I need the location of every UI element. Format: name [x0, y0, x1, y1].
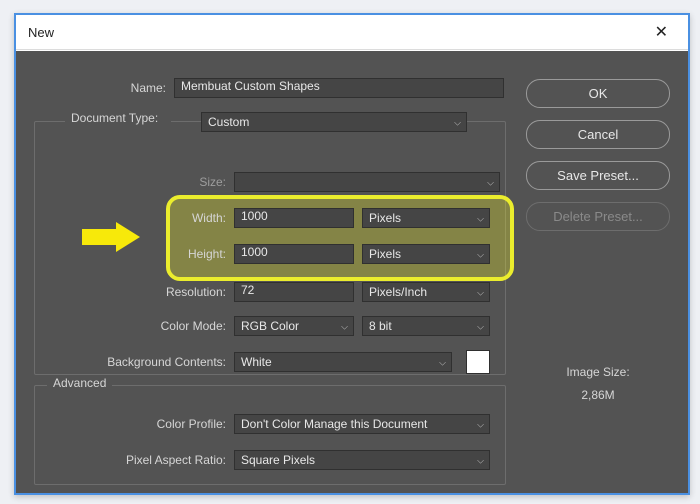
height-label: Height:	[26, 247, 226, 261]
chevron-down-icon: ⌵	[477, 456, 484, 467]
titlebar: New ✕	[16, 15, 688, 50]
name-input[interactable]: Membuat Custom Shapes	[174, 78, 504, 98]
pixel-aspect-ratio-select[interactable]: Square Pixels ⌵	[234, 450, 490, 470]
chevron-down-icon: ⌵	[439, 358, 446, 369]
width-unit-select[interactable]: Pixels ⌵	[362, 208, 490, 228]
image-size-label: Image Size:	[526, 361, 670, 384]
chevron-down-icon: ⌵	[477, 322, 484, 333]
width-input[interactable]: 1000	[234, 208, 354, 228]
chevron-down-icon: ⌵	[341, 322, 348, 333]
height-input[interactable]: 1000	[234, 244, 354, 264]
chevron-down-icon: ⌵	[477, 214, 484, 225]
color-profile-label: Color Profile:	[26, 417, 226, 431]
resolution-input[interactable]: 72	[234, 282, 354, 302]
width-label: Width:	[26, 211, 226, 225]
image-size-value: 2,86M	[526, 384, 670, 407]
resolution-unit-select[interactable]: Pixels/Inch ⌵	[362, 282, 490, 302]
close-icon[interactable]: ✕	[647, 18, 676, 46]
image-size-info: Image Size: 2,86M	[526, 361, 670, 407]
height-unit-select[interactable]: Pixels ⌵	[362, 244, 490, 264]
ok-button[interactable]: OK	[526, 79, 670, 108]
background-value: White	[241, 355, 272, 369]
dialog-body: OK Cancel Save Preset... Delete Preset..…	[16, 51, 688, 493]
chevron-down-icon: ⌵	[477, 250, 484, 261]
color-profile-value: Don't Color Manage this Document	[241, 417, 427, 431]
color-mode-select[interactable]: RGB Color ⌵	[234, 316, 354, 336]
background-label: Background Contents:	[26, 355, 226, 369]
size-label: Size:	[26, 175, 226, 189]
cancel-button[interactable]: Cancel	[526, 120, 670, 149]
color-profile-select[interactable]: Don't Color Manage this Document ⌵	[234, 414, 490, 434]
color-mode-value: RGB Color	[241, 319, 299, 333]
dialog-title: New	[28, 25, 54, 40]
pixel-aspect-ratio-label: Pixel Aspect Ratio:	[26, 453, 226, 467]
delete-preset-button: Delete Preset...	[526, 202, 670, 231]
background-color-swatch[interactable]	[466, 350, 490, 374]
background-select[interactable]: White ⌵	[234, 352, 452, 372]
resolution-unit-value: Pixels/Inch	[369, 285, 427, 299]
width-unit-value: Pixels	[369, 211, 401, 225]
chevron-down-icon: ⌵	[477, 420, 484, 431]
chevron-down-icon: ⌵	[477, 288, 484, 299]
document-type-value: Custom	[208, 115, 249, 129]
settings-form: Name: Membuat Custom Shapes Document Typ…	[26, 75, 512, 481]
side-buttons: OK Cancel Save Preset... Delete Preset..…	[526, 79, 670, 231]
resolution-label: Resolution:	[26, 285, 226, 299]
chevron-down-icon: ⌵	[487, 178, 494, 189]
dialog-window: New ✕ OK Cancel Save Preset... Delete Pr…	[14, 13, 690, 495]
pixel-aspect-ratio-value: Square Pixels	[241, 453, 315, 467]
document-type-select[interactable]: Custom ⌵	[201, 112, 467, 132]
color-mode-label: Color Mode:	[26, 319, 226, 333]
bit-depth-select[interactable]: 8 bit ⌵	[362, 316, 490, 336]
bit-depth-value: 8 bit	[369, 319, 392, 333]
size-select[interactable]: ⌵	[234, 172, 500, 192]
save-preset-button[interactable]: Save Preset...	[526, 161, 670, 190]
height-unit-value: Pixels	[369, 247, 401, 261]
name-label: Name:	[26, 81, 166, 95]
chevron-down-icon: ⌵	[454, 118, 461, 129]
advanced-legend: Advanced	[47, 376, 112, 390]
